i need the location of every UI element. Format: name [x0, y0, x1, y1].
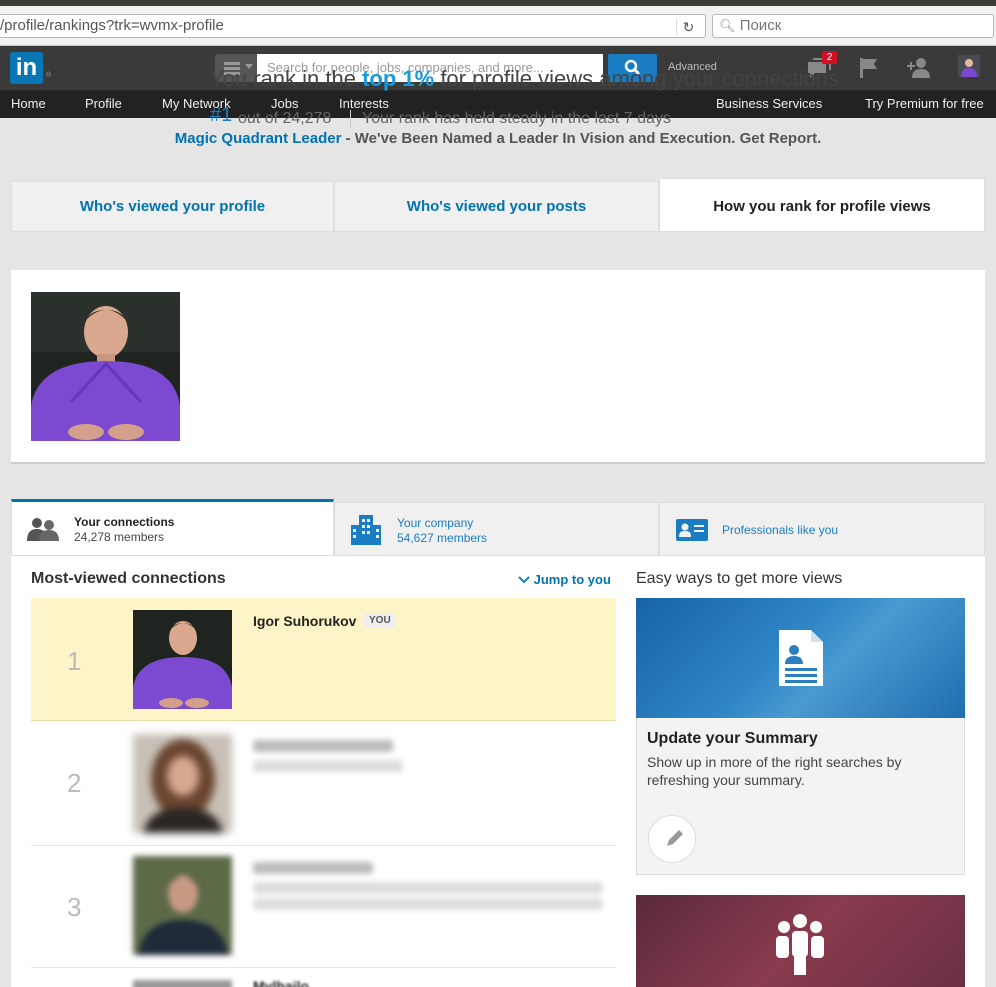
nav-try-premium[interactable]: Try Premium for free	[865, 96, 984, 111]
rank-divider	[350, 110, 351, 128]
tab-whos-viewed-posts[interactable]: Who's viewed your posts	[334, 181, 659, 232]
blurred-headline	[253, 882, 603, 894]
rank-out-of: out of 24,278	[238, 110, 332, 127]
list-item[interactable]	[31, 968, 616, 987]
tip-card-title[interactable]: Update your Summary	[647, 730, 818, 748]
list-item[interactable]: 3	[31, 846, 616, 968]
sidebar-title: Easy ways to get more views	[636, 570, 843, 587]
rank-trend-text: Your rank has held steady in the last 7 …	[362, 110, 671, 127]
browser-search-placeholder: Поиск	[739, 17, 782, 34]
nav-profile[interactable]: Profile	[85, 96, 122, 111]
profile-photo[interactable]	[31, 292, 180, 441]
list-item[interactable]: 2	[31, 722, 616, 846]
subtab-sub: 24,278 members	[74, 530, 165, 544]
tip-card-group[interactable]	[636, 895, 965, 987]
banner-highlight: Magic Quadrant Leader	[174, 130, 342, 147]
list-title: Most-viewed connections	[31, 570, 226, 587]
nav-interests[interactable]: Interests	[339, 96, 389, 111]
rank-number: #1	[210, 104, 233, 126]
connection-photo-blurred[interactable]	[133, 734, 232, 833]
rank-summary-card	[11, 270, 985, 464]
blurred-headline	[253, 760, 403, 772]
subtab-title: Your connections	[74, 515, 175, 529]
blurred-name	[253, 740, 393, 752]
browser-search-field[interactable]: 🔍︎ Поиск	[712, 14, 994, 38]
tip-card-banner	[636, 598, 965, 718]
group-people-icon	[776, 914, 824, 975]
connection-photo-blurred[interactable]	[133, 856, 232, 955]
rank-highlight: top 1%	[362, 66, 435, 91]
connection-photo[interactable]	[133, 610, 232, 709]
url-text: /profile/rankings?trk=wvmx-profile	[0, 17, 224, 34]
tab-whos-viewed-profile[interactable]: Who's viewed your profile	[11, 181, 334, 232]
connection-name[interactable]: Mylhailo	[253, 978, 309, 987]
linkedin-logo[interactable]: in	[10, 52, 43, 84]
avatar[interactable]	[958, 55, 980, 77]
logo-registered-mark: ®	[46, 72, 52, 79]
add-connection-icon[interactable]	[906, 56, 932, 80]
subtab-professionals-like-you[interactable]: Professionals like you	[659, 502, 985, 556]
rank-position: 3	[67, 892, 82, 922]
edit-pencil-button[interactable]	[648, 815, 696, 863]
pencil-icon	[667, 830, 683, 846]
you-badge: YOU	[364, 614, 396, 627]
reload-icon[interactable]: ↻	[676, 19, 700, 35]
document-profile-icon	[779, 630, 823, 686]
jump-label: Jump to you	[533, 572, 611, 587]
rank-headline: You rank in the top 1% for profile views…	[210, 66, 845, 92]
magnifier-icon: 🔍︎	[719, 18, 736, 33]
subtab-title: Your company	[397, 516, 474, 530]
chevron-down-icon	[518, 576, 530, 584]
banner-text: - We've Been Named a Leader In Vision an…	[341, 130, 822, 147]
nav-business-services[interactable]: Business Services	[716, 96, 822, 111]
connection-photo-blurred[interactable]	[133, 980, 232, 987]
tab-how-you-rank[interactable]: How you rank for profile views	[659, 178, 985, 232]
browser-toolbar: …/profile/rankings?trk=wvmx-profile ↻ 🔍︎…	[0, 6, 996, 46]
company-building-icon	[351, 515, 381, 545]
rank-headline-post: for profile views among your connections…	[434, 66, 846, 91]
nav-home[interactable]: Home	[11, 96, 46, 111]
connections-icon	[27, 518, 59, 541]
subtab-your-company[interactable]: Your company 54,627 members	[334, 502, 659, 556]
flag-icon[interactable]	[857, 56, 883, 80]
blurred-name	[253, 862, 373, 874]
jump-to-you-link[interactable]: Jump to you	[518, 572, 611, 587]
promo-banner[interactable]: Magic Quadrant Leader - We've Been Named…	[0, 130, 996, 147]
address-bar[interactable]: …/profile/rankings?trk=wvmx-profile ↻	[0, 14, 706, 38]
logo-text: in	[15, 54, 38, 81]
id-card-icon	[676, 519, 708, 541]
nav-jobs[interactable]: Jobs	[271, 96, 298, 111]
subtab-your-connections[interactable]: Your connections 24,278 members	[11, 499, 334, 556]
subtab-sub: 54,627 members	[397, 531, 488, 545]
subtab-title: Professionals like you	[722, 523, 839, 537]
notification-badge: 2	[822, 51, 837, 64]
rank-position: 1	[67, 646, 82, 676]
rank-headline-pre: You rank in the	[210, 66, 363, 91]
blurred-headline	[253, 898, 603, 910]
rank-position: 2	[67, 768, 82, 798]
tip-card-description: Show up in more of the right searches by…	[647, 754, 902, 788]
connection-name[interactable]: Igor Suhorukov	[253, 613, 356, 629]
